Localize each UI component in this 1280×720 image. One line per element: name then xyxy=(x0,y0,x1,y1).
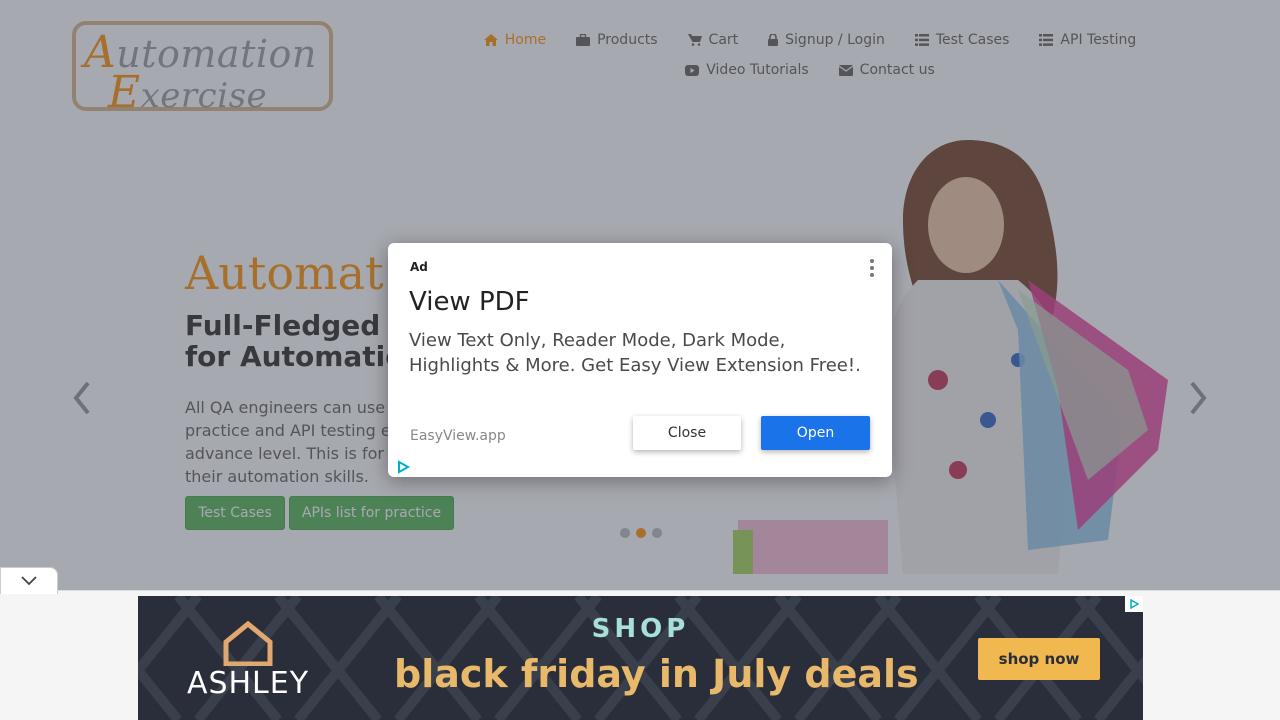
collapse-ad-button[interactable] xyxy=(0,567,58,594)
adchoices-icon[interactable] xyxy=(396,460,410,474)
adchoices-icon[interactable] xyxy=(1125,596,1143,612)
ad-title: View PDF xyxy=(409,287,530,317)
ad-domain[interactable]: EasyView.app xyxy=(410,428,506,444)
ad-label: Ad xyxy=(410,260,428,274)
banner-ad[interactable]: ASHLEY SHOP black friday in July deals s… xyxy=(138,596,1143,720)
ad-body: View Text Only, Reader Mode, Dark Mode, … xyxy=(409,330,861,376)
more-options-icon[interactable] xyxy=(866,258,878,278)
chevron-down-icon xyxy=(21,576,37,586)
ad-open-button[interactable]: Open xyxy=(761,416,870,450)
ad-modal: Ad View PDF View Text Only, Reader Mode,… xyxy=(388,243,892,477)
banner-brand: ASHLEY xyxy=(186,666,310,701)
banner-headline: black friday in July deals xyxy=(394,652,919,696)
ad-close-button[interactable]: Close xyxy=(633,416,741,450)
shop-now-button[interactable]: shop now xyxy=(978,638,1100,680)
